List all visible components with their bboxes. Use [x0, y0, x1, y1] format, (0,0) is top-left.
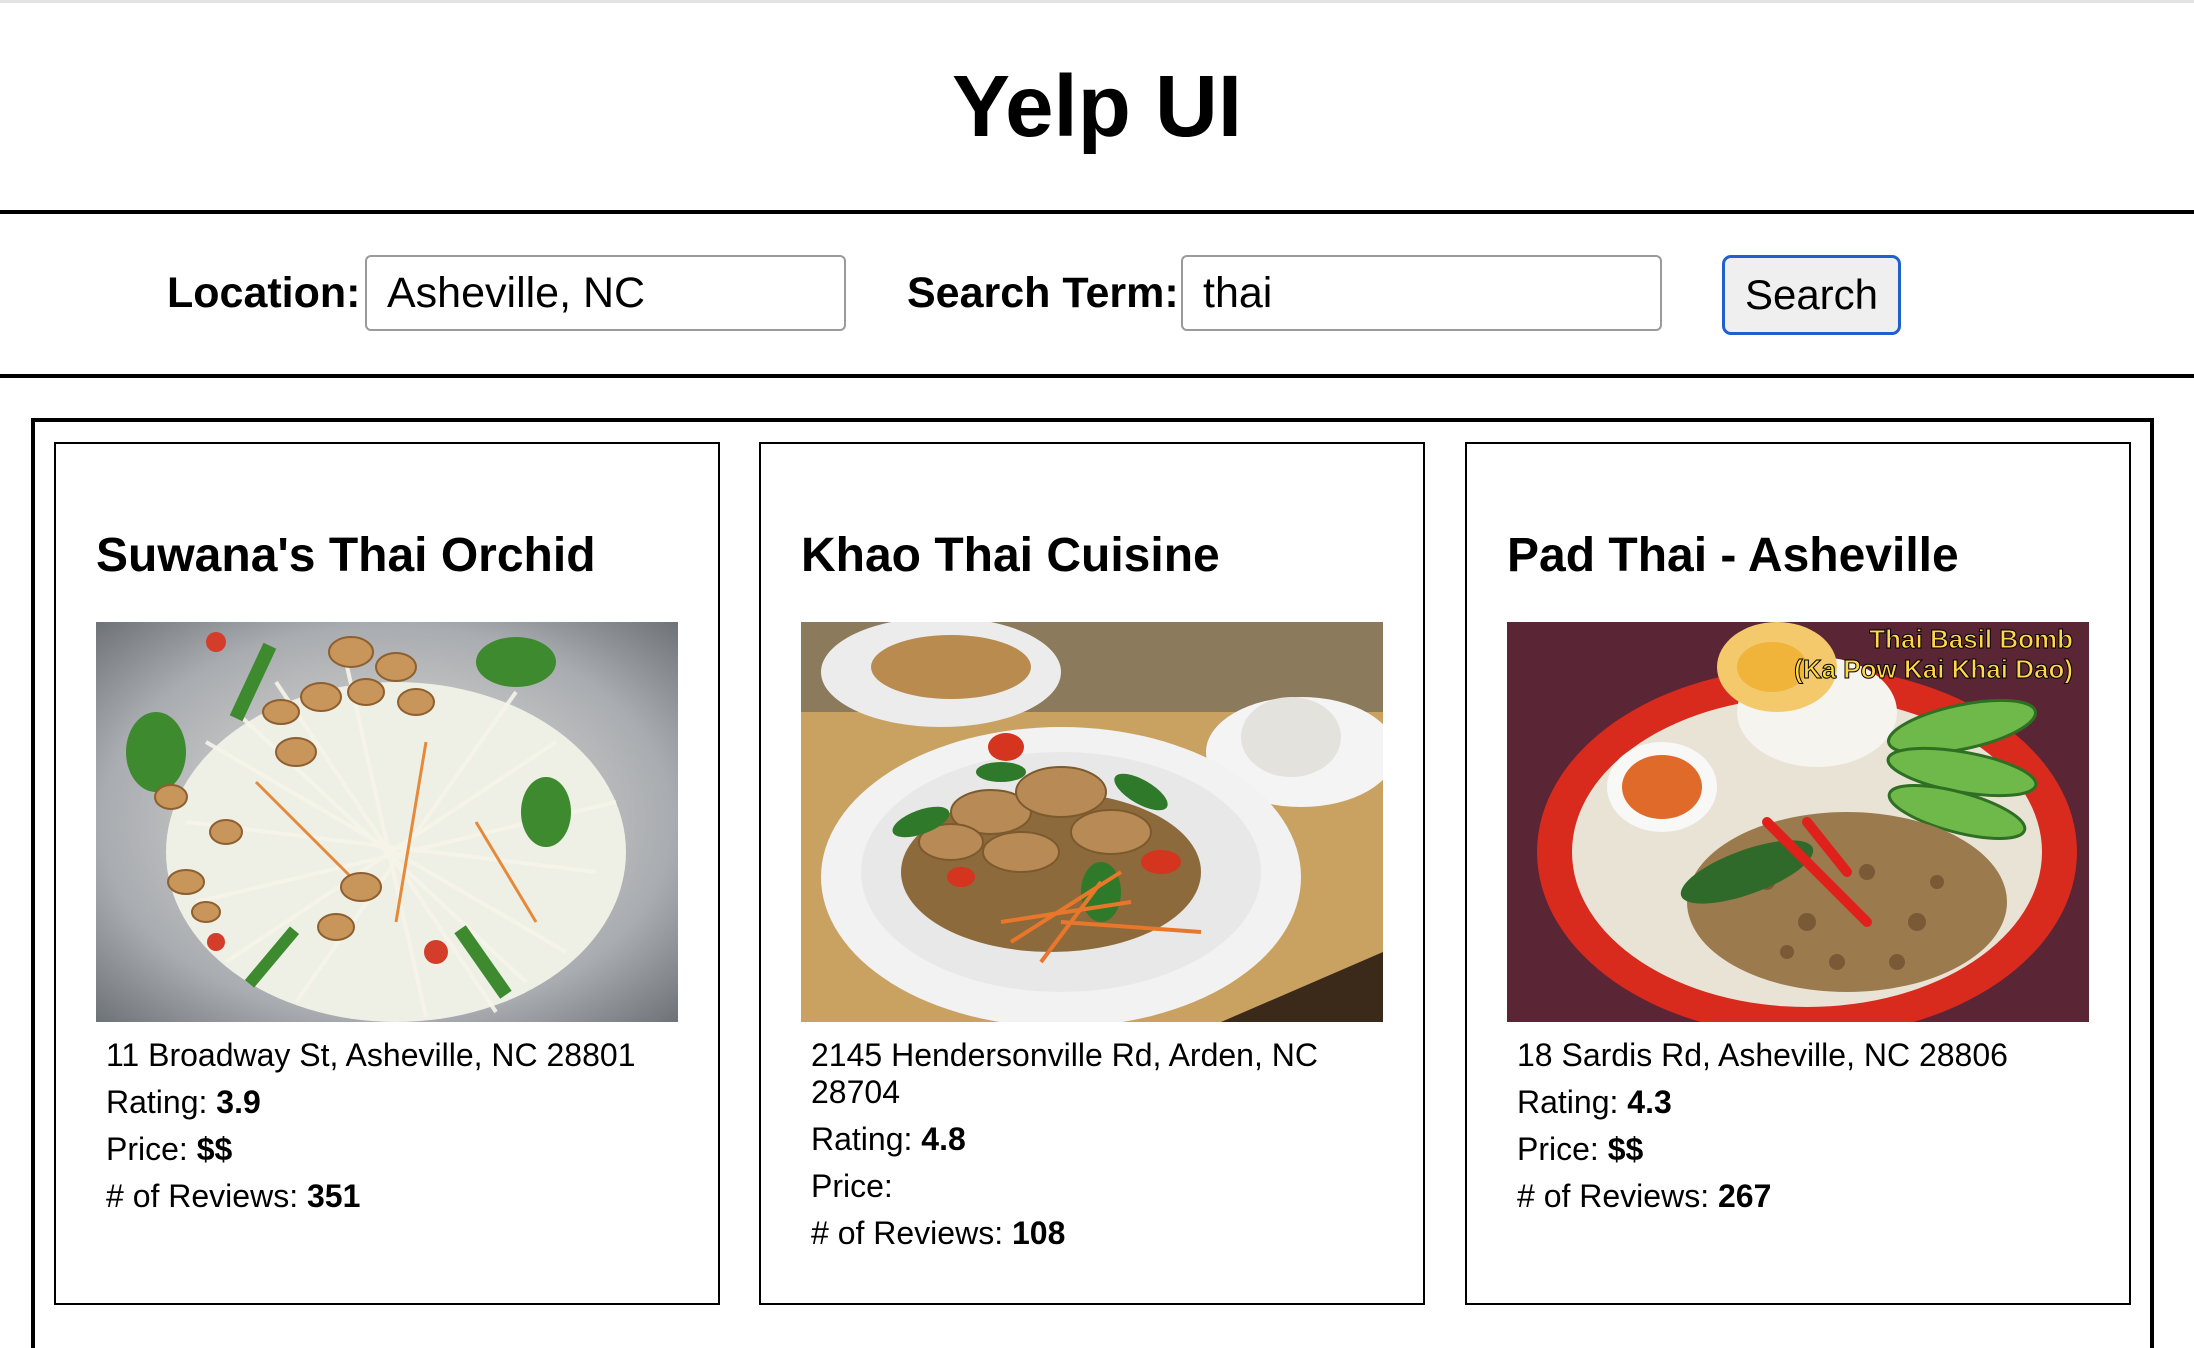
rating-row: Rating: 4.3 [1517, 1084, 2077, 1121]
search-divider [0, 374, 2194, 378]
header-divider [0, 210, 2194, 214]
price-label: Price: [106, 1131, 188, 1167]
business-info: 11 Broadway St, Asheville, NC 28801 Rati… [106, 1037, 666, 1225]
price-value: $$ [1607, 1131, 1644, 1167]
rating-label: Rating: [106, 1084, 208, 1120]
business-card: Pad Thai - Asheville Thai Basil Bomb (Ka… [1465, 442, 2131, 1305]
price-value: $$ [196, 1131, 233, 1167]
reviews-value: 351 [306, 1178, 361, 1214]
price-row: Price: $$ [106, 1131, 666, 1168]
stir-fry-plate-photo [801, 622, 1383, 1022]
location-label: Location: [167, 269, 361, 317]
business-card: Khao Thai Cuisine 2145 Hendersonville Rd… [759, 442, 1425, 1305]
photo-caption-line1: Thai Basil Bomb [1869, 624, 2073, 654]
rating-value: 4.8 [921, 1121, 966, 1157]
photo-caption-line2: (Ka Pow Kai Khai Dao) [1794, 654, 2073, 684]
search-button[interactable]: Search [1722, 255, 1901, 335]
location-input[interactable] [365, 255, 846, 331]
rating-label: Rating: [811, 1121, 913, 1157]
business-address: 2145 Hendersonville Rd, Arden, NC 28704 [811, 1037, 1318, 1110]
basil-chicken-plate-photo: Thai Basil Bomb (Ka Pow Kai Khai Dao) [1507, 622, 2089, 1022]
reviews-label: # of Reviews: [106, 1178, 299, 1214]
business-card: Suwana's Thai Orchid 11 Broadway St, Ash… [54, 442, 720, 1305]
price-label: Price: [811, 1168, 893, 1204]
rating-value: 3.9 [216, 1084, 261, 1120]
search-term-input[interactable] [1181, 255, 1662, 331]
business-address: 11 Broadway St, Asheville, NC 28801 [106, 1037, 636, 1073]
rating-value: 4.3 [1627, 1084, 1672, 1120]
reviews-row: # of Reviews: 267 [1517, 1178, 2077, 1215]
business-info: 18 Sardis Rd, Asheville, NC 28806 Rating… [1517, 1037, 2077, 1225]
price-label: Price: [1517, 1131, 1599, 1167]
business-address: 18 Sardis Rd, Asheville, NC 28806 [1517, 1037, 2008, 1073]
rating-row: Rating: 4.8 [811, 1121, 1371, 1158]
business-name: Khao Thai Cuisine [801, 529, 1220, 582]
rating-row: Rating: 3.9 [106, 1084, 666, 1121]
reviews-label: # of Reviews: [1517, 1178, 1710, 1214]
price-row: Price: $$ [1517, 1131, 2077, 1168]
reviews-row: # of Reviews: 351 [106, 1178, 666, 1215]
reviews-value: 108 [1011, 1215, 1066, 1251]
price-row: Price: [811, 1168, 1371, 1205]
reviews-value: 267 [1717, 1178, 1772, 1214]
reviews-label: # of Reviews: [811, 1215, 1004, 1251]
business-info: 2145 Hendersonville Rd, Arden, NC 28704 … [811, 1037, 1371, 1262]
reviews-row: # of Reviews: 108 [811, 1215, 1371, 1252]
search-term-label: Search Term: [907, 269, 1179, 317]
top-divider [0, 0, 2194, 3]
papaya-salad-photo [96, 622, 678, 1022]
business-name: Pad Thai - Asheville [1507, 529, 1959, 582]
page-title: Yelp UI [951, 58, 1243, 155]
business-name: Suwana's Thai Orchid [96, 529, 596, 582]
rating-label: Rating: [1517, 1084, 1619, 1120]
